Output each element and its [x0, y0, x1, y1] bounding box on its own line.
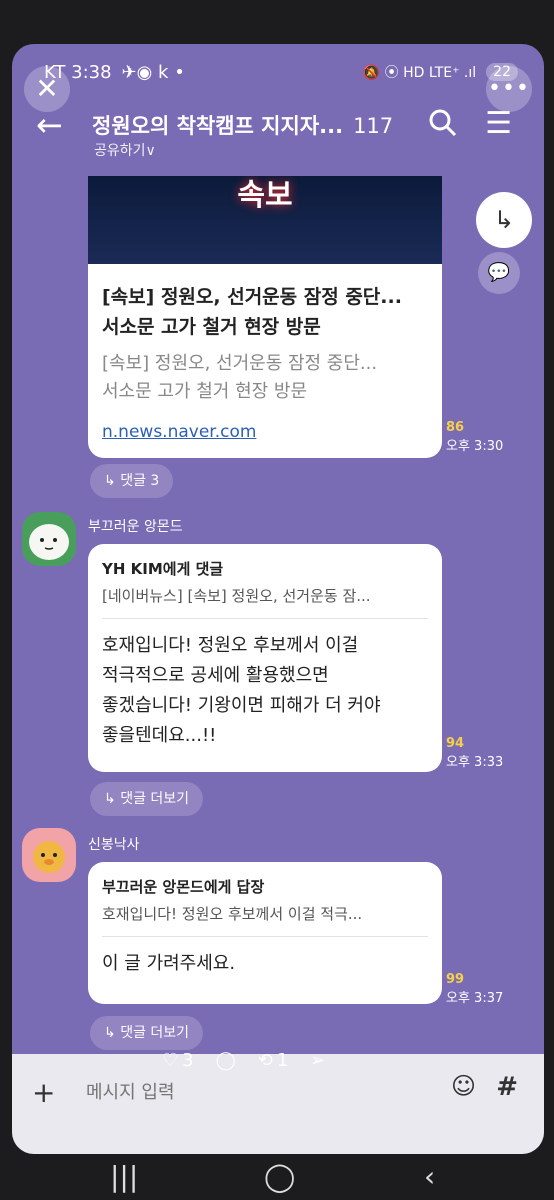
more-replies-button[interactable]: ↳ 댓글 더보기: [90, 1016, 204, 1050]
quoted-message: [네이버뉴스] [속보] 정원오, 선거운동 잠...: [102, 587, 371, 605]
system-nav-bar: ||| ◯ ‹: [0, 1154, 554, 1200]
repost-count: 1: [276, 1050, 289, 1071]
link-url[interactable]: n.news.naver.com: [102, 422, 428, 442]
link-title: [속보] 정원오, 선거운동 잠정 중단... 서소문 고가 철거 현장 방문: [102, 282, 428, 342]
message-list: 속보 [속보] 정원오, 선거운동 잠정 중단... 서소문 고가 철거 현장 …: [12, 176, 544, 1056]
recent-apps-icon[interactable]: |||: [110, 1160, 138, 1193]
reply-arrow-icon: ↳: [104, 1025, 116, 1041]
emoji-icon[interactable]: ☺: [451, 1072, 476, 1100]
unread-count: 99: [446, 972, 465, 987]
thumbnail-text: 속보: [237, 178, 293, 213]
more-replies-label: 댓글 더보기: [120, 1025, 190, 1041]
send-icon: ➢: [310, 1050, 326, 1071]
message-meta: 94 오후 3:33: [446, 736, 503, 770]
notification-icons: ✈◉ k •: [121, 62, 185, 83]
message-bubble[interactable]: YH KIM에게 댓글 [네이버뉴스] [속보] 정원오, 선거운동 잠... …: [88, 544, 442, 772]
message-bubble[interactable]: 부끄러운 앙몬드에게 답장 호재입니다! 정원오 후보께서 이걸 적극... 이…: [88, 862, 442, 1004]
heart-icon: ♡: [162, 1050, 179, 1071]
send-button[interactable]: ➢: [310, 1050, 325, 1071]
search-icon[interactable]: [428, 108, 458, 145]
chevron-down-icon: ∨: [145, 143, 156, 159]
link-description: [속보] 정원오, 선거운동 잠정 중단... 서소문 고가 철거 현장 방문: [102, 350, 428, 406]
message-line: 좋겠습니다! 기왕이면 피해가 더 커야: [102, 695, 381, 716]
status-bar: KT 3:38 ✈◉ k • 🔕 ⦿ HD LTE⁺ .ıl 22: [12, 58, 544, 92]
like-count: 3: [182, 1050, 194, 1071]
hamburger-menu-icon[interactable]: ☰: [485, 106, 512, 141]
message-line: 이 글 가려주세요.: [102, 953, 236, 974]
more-replies-button[interactable]: ↳ 댓글 더보기: [90, 782, 204, 816]
timestamp: 오후 3:30: [446, 439, 504, 454]
unread-count: 94: [446, 736, 465, 751]
more-replies-label: 댓글 더보기: [120, 791, 190, 807]
link-title-line: [속보] 정원오, 선거운동 잠정 중단...: [102, 286, 402, 308]
repost-button[interactable]: ⟲ 1: [258, 1050, 289, 1071]
message-line: 좋을텐데요...!!: [102, 725, 217, 746]
message-text: 호재입니다! 정원오 후보께서 이걸 적극적으로 공세에 활용했으면 좋겠습니다…: [102, 631, 428, 751]
comment-icon: ◯: [215, 1050, 236, 1071]
message-input[interactable]: [76, 1070, 418, 1114]
avatar[interactable]: [22, 512, 76, 566]
system-icons: 🔕 ⦿ HD LTE⁺ .ıl: [362, 65, 477, 81]
link-preview-card[interactable]: 속보 [속보] 정원오, 선거운동 잠정 중단... 서소문 고가 철거 현장 …: [88, 176, 442, 458]
reply-count-label: 댓글 3: [120, 473, 160, 489]
divider: [102, 618, 428, 619]
message-line: 호재입니다! 정원오 후보께서 이걸: [102, 635, 359, 656]
reply-count-button[interactable]: ↳ 댓글 3: [90, 464, 174, 498]
reply-target: YH KIM에게 댓글: [102, 560, 224, 578]
timestamp: 오후 3:37: [446, 991, 504, 1006]
like-button[interactable]: ♡ 3: [162, 1050, 194, 1071]
home-icon[interactable]: ◯: [264, 1160, 295, 1193]
link-desc-line: [속보] 정원오, 선거운동 잠정 중단...: [102, 353, 378, 374]
share-button[interactable]: 공유하기∨: [94, 140, 156, 160]
member-count: 117: [353, 114, 394, 138]
link-title-line: 서소문 고가 철거 현장 방문: [102, 316, 321, 338]
plus-icon[interactable]: +: [32, 1076, 55, 1109]
reply-arrow-icon: ↳: [104, 791, 116, 807]
reply-target: 부끄러운 앙몬드에게 답장: [102, 878, 265, 896]
reply-shortcut-icon[interactable]: ↳: [476, 192, 532, 248]
chat-header: ← 정원오의 착착캠프 지지자... 117 공유하기∨ ☰: [12, 100, 544, 164]
back-arrow-icon[interactable]: ←: [36, 106, 63, 144]
chat-title: 정원오의 착착캠프 지지자... 117: [92, 110, 393, 140]
quoted-message: 호재입니다! 정원오 후보께서 이걸 적극...: [102, 905, 363, 923]
social-overlay-bar: ♡ 3 ◯ ⟲ 1 ➢: [162, 1050, 325, 1071]
timestamp: 오후 3:33: [446, 755, 504, 770]
repost-icon: ⟲: [257, 1050, 273, 1071]
room-name: 정원오의 착착캠프 지지자...: [92, 114, 344, 138]
message-line: 적극적으로 공세에 활용했으면: [102, 665, 329, 686]
message-text: 이 글 가려주세요.: [102, 949, 428, 979]
hashtag-icon[interactable]: #: [496, 1072, 518, 1102]
avatar[interactable]: [22, 828, 76, 882]
message-meta: 99 오후 3:37: [446, 972, 503, 1006]
sender-name: 부끄러운 앙몬드: [88, 519, 183, 535]
chat-screen: KT 3:38 ✈◉ k • 🔕 ⦿ HD LTE⁺ .ıl 22 ✕ ••• …: [12, 44, 544, 1154]
sender-name: 신봉낙사: [88, 837, 140, 853]
share-label: 공유하기: [94, 143, 146, 159]
unread-count: 86: [446, 420, 465, 435]
reply-arrow-icon: ↳: [104, 473, 116, 489]
link-thumbnail: 속보: [88, 176, 442, 264]
message-meta: 86 오후 3:30: [446, 420, 503, 454]
link-desc-line: 서소문 고가 철거 현장 방문: [102, 381, 308, 402]
divider: [102, 936, 428, 937]
comment-bubble-icon[interactable]: 💬: [478, 252, 520, 294]
comment-button[interactable]: ◯: [216, 1050, 236, 1071]
back-icon[interactable]: ‹: [424, 1160, 435, 1193]
